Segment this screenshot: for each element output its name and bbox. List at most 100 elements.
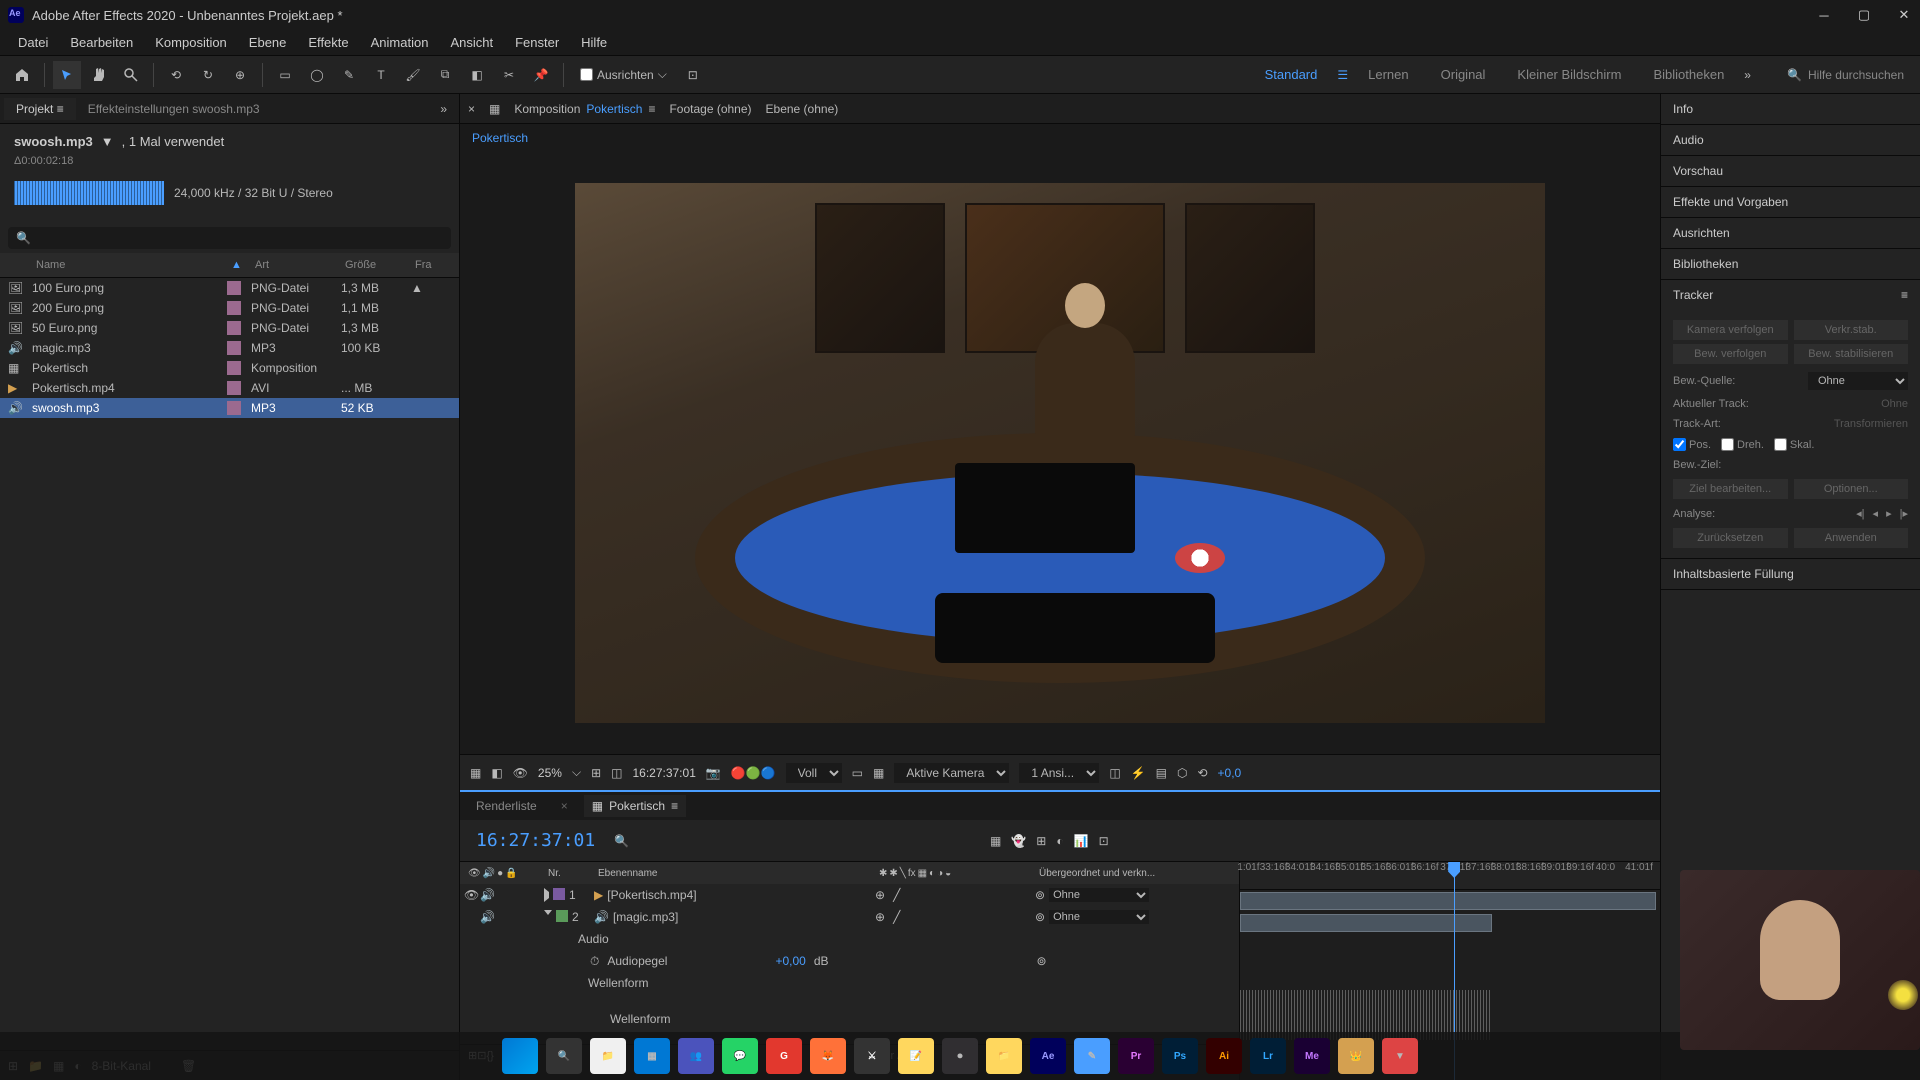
selection-tool[interactable]	[53, 61, 81, 89]
zoom-tool[interactable]	[117, 61, 145, 89]
stabilize-button[interactable]: Bew. stabilisieren	[1794, 344, 1909, 364]
taskbar-premiere[interactable]: Pr	[1118, 1038, 1154, 1074]
warp-stab-button[interactable]: Verkr.stab.	[1794, 320, 1909, 340]
reset-button[interactable]: Zurücksetzen	[1673, 528, 1788, 548]
eraser-tool[interactable]: ◧	[463, 61, 491, 89]
workspace-original[interactable]: Original	[1429, 63, 1498, 86]
pixel-aspect-icon[interactable]: ◫	[1109, 766, 1120, 780]
taskbar-app2[interactable]: ⚔	[854, 1038, 890, 1074]
label-color[interactable]	[227, 381, 241, 395]
frame-blend-icon[interactable]: ⊞	[1036, 834, 1046, 848]
roi-icon[interactable]: ▭	[852, 766, 863, 780]
menu-fenster[interactable]: Fenster	[505, 31, 569, 54]
sort-icon[interactable]: ▲	[231, 259, 242, 271]
roto-tool[interactable]: ✂	[495, 61, 523, 89]
menu-ebene[interactable]: Ebene	[239, 31, 297, 54]
stamp-tool[interactable]: ⧉	[431, 61, 459, 89]
behind-tool[interactable]: ⊕	[226, 61, 254, 89]
scale-checkbox[interactable]	[1774, 438, 1787, 451]
workspace-menu-icon[interactable]: ☰	[1337, 68, 1348, 82]
asset-row[interactable]: 🖼 200 Euro.png PNG-Datei 1,1 MB	[0, 298, 459, 318]
project-search[interactable]: 🔍	[8, 227, 451, 249]
effect-controls-tab[interactable]: Effekteinstellungen swoosh.mp3	[76, 98, 272, 120]
audio-group[interactable]: Audio	[578, 932, 609, 946]
workspace-more-icon[interactable]: »	[1744, 68, 1751, 82]
menu-hilfe[interactable]: Hilfe	[571, 31, 617, 54]
col-name[interactable]: Name	[32, 257, 227, 273]
3d-icon[interactable]: 👁	[513, 766, 528, 780]
ellipse-tool[interactable]: ◯	[303, 61, 331, 89]
col-size[interactable]: Größe	[341, 257, 411, 273]
comp-mini-icon[interactable]: ▦	[990, 834, 1001, 848]
stopwatch-icon[interactable]: ⏱	[590, 954, 599, 969]
zoom-dropdown-icon[interactable]: ⌵	[572, 765, 581, 780]
taskbar-firefox[interactable]: 🦊	[810, 1038, 846, 1074]
panel-more-icon[interactable]: »	[432, 102, 455, 116]
taskbar-folder[interactable]: 📁	[986, 1038, 1022, 1074]
keyframe-nav-icon[interactable]: ⊚	[1037, 954, 1047, 968]
taskbar-whatsapp[interactable]: 💬	[722, 1038, 758, 1074]
menu-effekte[interactable]: Effekte	[298, 31, 358, 54]
label-color[interactable]	[227, 361, 241, 375]
footage-tab[interactable]: Footage (ohne)	[669, 102, 751, 116]
views-select[interactable]: 1 Ansi...	[1019, 763, 1099, 783]
options-button[interactable]: Optionen...	[1794, 479, 1909, 499]
lock-icon[interactable]: ×	[468, 102, 475, 116]
analyse-fwd-icon[interactable]: ▸	[1886, 507, 1892, 520]
fast-preview-icon[interactable]: ⚡	[1131, 766, 1146, 780]
preview-viewer[interactable]	[460, 152, 1660, 754]
timeline-icon[interactable]: ▤	[1156, 766, 1167, 780]
resolution-select[interactable]: Voll	[786, 763, 842, 783]
text-tool[interactable]: T	[367, 61, 395, 89]
taskbar-app4[interactable]: ▼	[1382, 1038, 1418, 1074]
asset-row[interactable]: ▶ Pokertisch.mp4 AVI ... MB	[0, 378, 459, 398]
taskbar-media-encoder[interactable]: Me	[1294, 1038, 1330, 1074]
label-color[interactable]	[227, 341, 241, 355]
motion-source-select[interactable]: Ohne	[1808, 372, 1908, 390]
analyse-fwd-1-icon[interactable]: |▸	[1900, 507, 1908, 520]
video-switch-icon[interactable]: 👁	[468, 868, 481, 879]
preview-timecode[interactable]: 16:27:37:01	[632, 766, 695, 780]
asset-row-selected[interactable]: 🔊 swoosh.mp3 MP3 52 KB	[0, 398, 459, 418]
menu-datei[interactable]: Datei	[8, 31, 58, 54]
workspace-lernen[interactable]: Lernen	[1356, 63, 1420, 86]
renderqueue-tab[interactable]: Renderliste	[468, 795, 545, 817]
flowchart-icon[interactable]: ⬡	[1177, 766, 1187, 780]
label-color[interactable]	[227, 401, 241, 415]
taskbar-illustrator[interactable]: Ai	[1206, 1038, 1242, 1074]
shy-icon[interactable]: 👻	[1011, 834, 1026, 848]
taskbar-app[interactable]: G	[766, 1038, 802, 1074]
motion-blur-icon[interactable]: ◐	[1056, 834, 1063, 848]
taskbar-lightroom[interactable]: Lr	[1250, 1038, 1286, 1074]
channel-icon[interactable]: 🔴🟢🔵	[731, 766, 776, 780]
tracker-panel[interactable]: Tracker≡	[1661, 280, 1920, 310]
pos-checkbox[interactable]	[1673, 438, 1686, 451]
menu-animation[interactable]: Animation	[361, 31, 439, 54]
snap-checkbox[interactable]	[580, 68, 593, 81]
hand-tool[interactable]	[85, 61, 113, 89]
zoom-level[interactable]: 25%	[538, 766, 562, 780]
menu-ansicht[interactable]: Ansicht	[440, 31, 503, 54]
mask-mode-icon[interactable]: ⊡	[679, 61, 707, 89]
guides-icon[interactable]: ◫	[611, 766, 622, 780]
puppet-tool[interactable]: 📌	[527, 61, 555, 89]
label-color[interactable]	[227, 321, 241, 335]
taskbar-obs[interactable]: ⏺	[942, 1038, 978, 1074]
minimize-button[interactable]: ─	[1816, 7, 1832, 23]
taskbar-app3[interactable]: 👑	[1338, 1038, 1374, 1074]
waveform-label[interactable]: Wellenform	[588, 976, 648, 990]
transparency-grid-icon[interactable]: ▦	[873, 766, 884, 780]
taskbar-notes[interactable]: 📝	[898, 1038, 934, 1074]
taskbar-widgets[interactable]: ▦	[634, 1038, 670, 1074]
mask-icon[interactable]: ◧	[491, 766, 502, 780]
workspace-standard[interactable]: Standard	[1253, 63, 1330, 86]
analyse-back-icon[interactable]: ◂	[1873, 507, 1879, 520]
parent-select[interactable]: Ohne	[1049, 888, 1149, 902]
brainstorm-icon[interactable]: ⊡	[1099, 834, 1109, 848]
libraries-panel[interactable]: Bibliotheken	[1661, 249, 1920, 279]
workspace-kleiner[interactable]: Kleiner Bildschirm	[1505, 63, 1633, 86]
col-fr[interactable]: Fra	[411, 257, 451, 273]
audiopegel-value[interactable]: +0,00	[775, 954, 805, 968]
label-color[interactable]	[227, 301, 241, 315]
comp-breadcrumb[interactable]: Pokertisch	[460, 124, 1660, 152]
